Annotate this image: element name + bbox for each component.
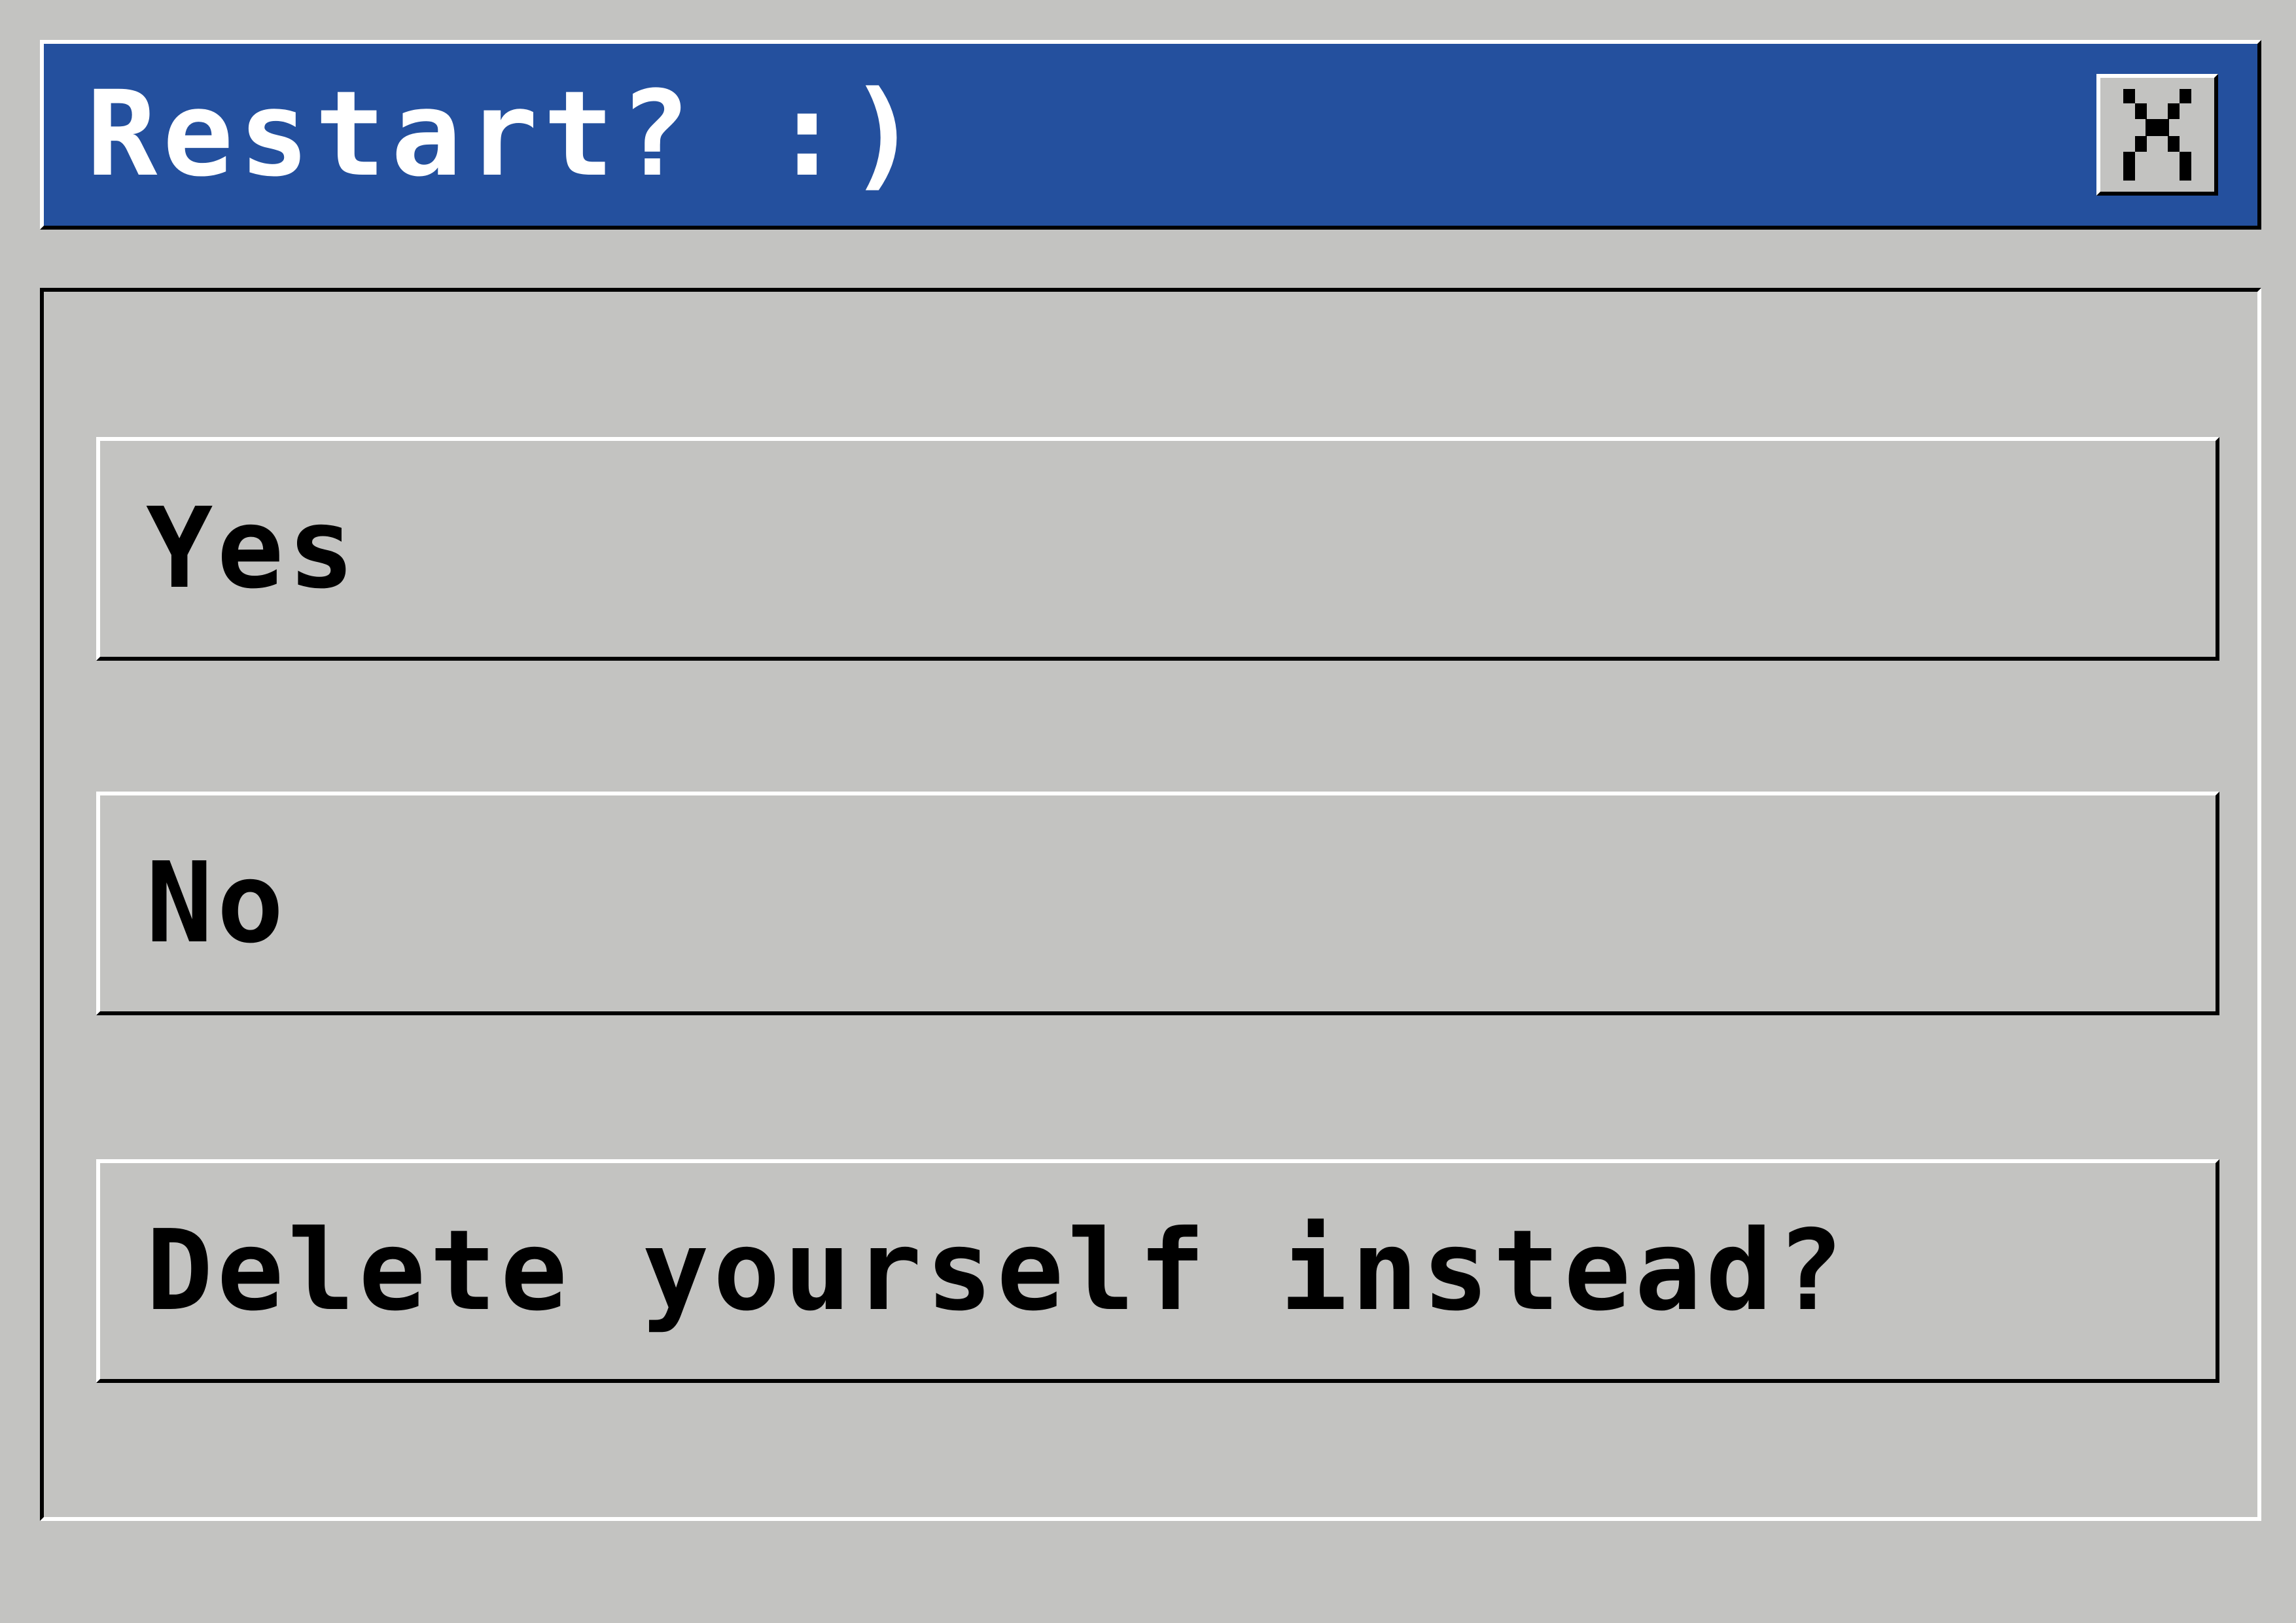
no-button[interactable]: No <box>96 792 2219 1015</box>
close-button[interactable] <box>2096 74 2218 196</box>
yes-button-label: Yes <box>146 484 359 614</box>
yes-button[interactable]: Yes <box>96 437 2219 661</box>
delete-yourself-button[interactable]: Delete yourself instead? <box>96 1159 2219 1383</box>
delete-yourself-button-label: Delete yourself instead? <box>146 1206 1848 1336</box>
window-title: Restart? :) <box>86 66 925 203</box>
title-bar: Restart? :) <box>40 40 2261 230</box>
close-x-icon <box>2123 89 2191 181</box>
dialog-content-panel: Yes No Delete yourself instead? <box>40 288 2261 1521</box>
no-button-label: No <box>146 839 288 968</box>
